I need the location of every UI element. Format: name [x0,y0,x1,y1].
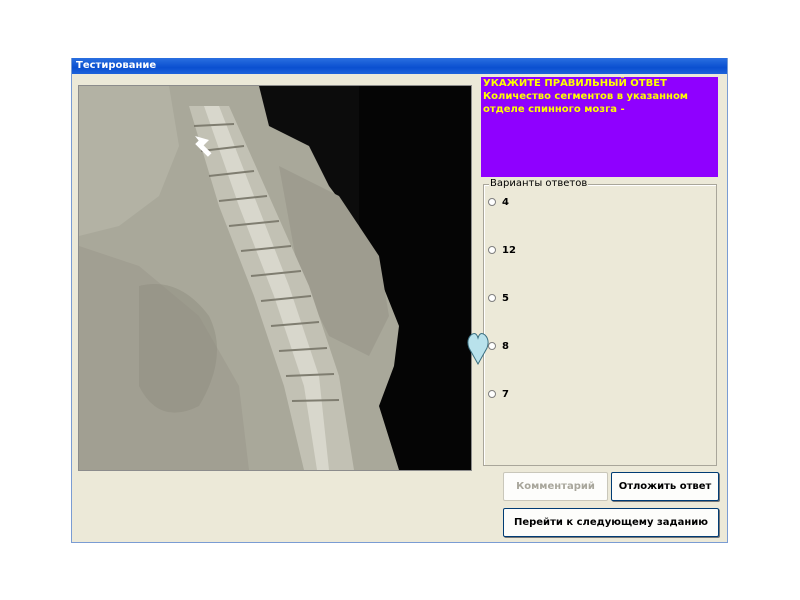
postpone-answer-button[interactable]: Отложить ответ [611,472,719,501]
answer-label: 4 [502,196,509,208]
radio-button-icon[interactable] [488,390,496,398]
next-question-button[interactable]: Перейти к следующему заданию [503,508,719,537]
answer-label: 12 [502,244,516,256]
radio-button-icon[interactable] [488,294,496,302]
answer-label: 7 [502,388,509,400]
answer-option-1[interactable]: 4 [488,195,509,209]
test-window: Тестирование УКАЖИТЕ ПРАВИЛЬНЫЙ ОТВЕТ Ко… [71,58,728,543]
answer-label: 5 [502,292,509,304]
question-heading: УКАЖИТЕ ПРАВИЛЬНЫЙ ОТВЕТ [483,78,667,89]
window-title: Тестирование [76,60,157,71]
radio-button-icon[interactable] [488,246,496,254]
anatomy-image [78,85,472,471]
answers-legend: Варианты ответов [489,178,589,189]
answer-label: 8 [502,340,509,352]
question-text: Количество сегментов в указанном отделе … [483,91,688,115]
question-panel: УКАЖИТЕ ПРАВИЛЬНЫЙ ОТВЕТ Количество сегм… [481,77,718,177]
comment-button[interactable]: Комментарий [503,472,608,501]
answer-option-3[interactable]: 5 [488,291,509,305]
answer-option-2[interactable]: 12 [488,243,516,257]
answers-group: Варианты ответов 4 12 5 8 7 [483,178,717,466]
answer-option-5[interactable]: 7 [488,387,509,401]
heart-cursor-icon [466,330,490,366]
answer-option-4[interactable]: 8 [488,339,509,353]
radio-button-icon[interactable] [488,198,496,206]
window-titlebar[interactable]: Тестирование [72,58,727,74]
